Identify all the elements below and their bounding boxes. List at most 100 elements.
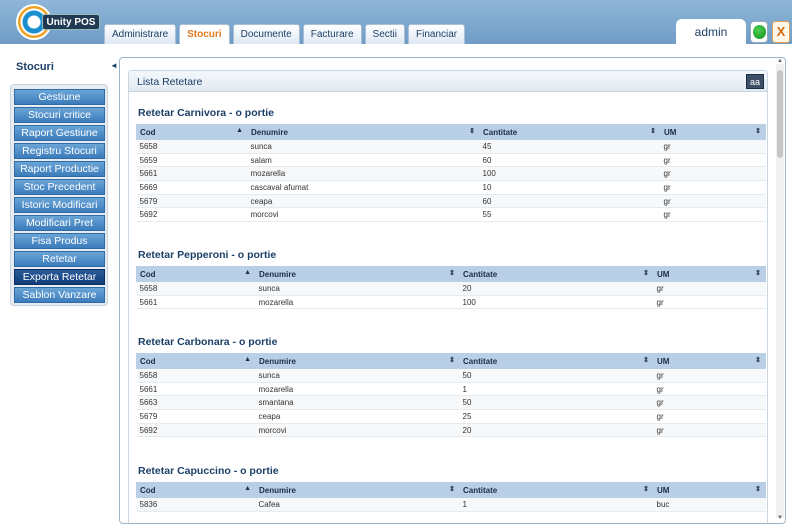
sidebar-item-retetar[interactable]: Retetar [14, 251, 105, 267]
column-header-um[interactable]: UM ⇕ [653, 353, 766, 369]
cell-cantitate: 100 [459, 295, 654, 310]
scroll-down-icon[interactable]: ▼ [777, 515, 783, 521]
column-header-um[interactable]: UM ⇕ [660, 124, 766, 140]
cell-cod: 5679 [136, 409, 256, 424]
cell-um: gr [653, 395, 766, 411]
tab-financiar[interactable]: Financiar [407, 24, 466, 44]
sidebar-item-exporta-retetar[interactable]: Exporta Retetar [14, 269, 105, 285]
table-row[interactable]: 5659 salam 60 gr [136, 153, 766, 168]
sort-icon: ⇕ [469, 128, 475, 135]
table-row[interactable]: 5679 ceapa 60 gr [136, 194, 766, 209]
column-header-cantitate[interactable]: Cantitate ⇕ [459, 266, 654, 282]
recipe-list-panel: Lista Retetare aa Retetar Carnivora - o … [128, 70, 768, 523]
sidebar-item-raport-gestiune[interactable]: Raport Gestiune [14, 125, 105, 141]
cell-um: gr [653, 281, 766, 296]
cell-cod: 5658 [136, 368, 256, 383]
cell-um: gr [660, 153, 766, 168]
cell-cantitate: 60 [479, 194, 661, 209]
status-button[interactable] [750, 21, 768, 43]
cell-cantitate: 55 [479, 207, 661, 223]
cell-denumire: sunca [255, 368, 460, 383]
cell-cod: 5836 [136, 497, 256, 512]
table-row[interactable]: 5658 sunca 45 gr [136, 139, 766, 154]
cell-cantitate: 10 [479, 180, 661, 195]
column-header-cod[interactable]: Cod ▲ [136, 353, 256, 369]
tab-documente[interactable]: Documente [232, 24, 300, 44]
sort-icon: ⇕ [643, 270, 649, 277]
table-row[interactable]: 5669 cascaval afumat 10 gr [136, 180, 766, 195]
scrollbar-thumb[interactable] [777, 70, 783, 158]
panel-header: Lista Retetare aa [129, 71, 767, 92]
column-header-denumire[interactable]: Denumire ⇕ [255, 353, 460, 369]
cell-cod: 5663 [136, 395, 256, 411]
sort-asc-icon: ▲ [244, 269, 251, 276]
table-row[interactable]: 5658 sunca 50 gr [136, 368, 766, 383]
close-button[interactable]: X [772, 21, 790, 43]
table-row[interactable]: 5679 ceapa 25 gr [136, 409, 766, 424]
column-header-um[interactable]: UM ⇕ [653, 266, 766, 282]
cell-um: gr [660, 139, 766, 154]
cell-um: gr [660, 166, 766, 182]
panel-title: Lista Retetare [137, 76, 203, 88]
sort-icon: ⇕ [755, 270, 761, 277]
cell-cantitate: 60 [479, 153, 661, 168]
sidebar-title: Stocuri [16, 61, 54, 73]
tab-sectii[interactable]: Sectii [364, 24, 405, 44]
sidebar-item-raport-productie[interactable]: Raport Productie [14, 161, 105, 177]
sidebar-item-gestiune[interactable]: Gestiune [14, 89, 105, 105]
collapse-arrow-icon[interactable]: ◄ [110, 61, 118, 70]
cell-cantitate: 1 [459, 497, 654, 512]
page-scrollbar[interactable] [776, 64, 784, 518]
cell-cantitate: 20 [459, 281, 654, 296]
column-header-cod[interactable]: Cod ▲ [136, 266, 256, 282]
tab-stocuri[interactable]: Stocuri [179, 24, 230, 44]
tab-administrare[interactable]: Administrare [104, 24, 177, 44]
sidebar-item-fisa-produs[interactable]: Fisa Produs [14, 233, 105, 249]
column-header-cod[interactable]: Cod ▲ [136, 124, 248, 140]
sidebar-item-sablon-vanzare[interactable]: Sablon Vanzare [14, 287, 105, 303]
column-header-denumire[interactable]: Denumire ⇕ [255, 266, 460, 282]
table-header-row: Cod ▲ Denumire ⇕ Cantitate ⇕ UM ⇕ [136, 124, 766, 140]
cell-denumire: Cafea [255, 497, 460, 512]
cell-um: gr [653, 423, 766, 438]
cell-cantitate: 25 [459, 409, 654, 424]
main-tabs: Administrare Stocuri Documente Facturare… [104, 24, 468, 44]
sidebar-item-stocuri-critice[interactable]: Stocuri critice [14, 107, 105, 123]
column-header-cantitate[interactable]: Cantitate ⇕ [459, 482, 654, 498]
table-row[interactable]: 5658 sunca 20 gr [136, 281, 766, 296]
table-row[interactable]: 5661 mozarella 1 gr [136, 382, 766, 397]
table-row[interactable]: 5836 Cafea 1 buc [136, 497, 766, 512]
table-row[interactable]: 5692 morcovi 55 gr [136, 207, 766, 223]
cell-denumire: sunca [247, 139, 480, 154]
column-header-denumire[interactable]: Denumire ⇕ [247, 124, 480, 140]
column-header-denumire[interactable]: Denumire ⇕ [255, 482, 460, 498]
cell-cantitate: 100 [479, 166, 661, 182]
sidebar-item-registru-stocuri[interactable]: Registru Stocuri [14, 143, 105, 159]
sidebar-item-modificari-pret[interactable]: Modificari Pret [14, 215, 105, 231]
table-header-row: Cod ▲ Denumire ⇕ Cantitate ⇕ UM ⇕ [136, 482, 766, 498]
table-row[interactable]: 5663 smantana 50 gr [136, 395, 766, 411]
table-row[interactable]: 5661 mozarella 100 gr [136, 166, 766, 182]
sidebar-item-stoc-precedent[interactable]: Stoc Precedent [14, 179, 105, 195]
column-header-cod[interactable]: Cod ▲ [136, 482, 256, 498]
column-header-um[interactable]: UM ⇕ [653, 482, 766, 498]
column-header-cantitate[interactable]: Cantitate ⇕ [479, 124, 661, 140]
tab-facturare[interactable]: Facturare [302, 24, 362, 44]
user-name[interactable]: admin [676, 19, 746, 44]
unity-pos-logo: Unity POS [16, 3, 100, 41]
cell-denumire: ceapa [247, 194, 480, 209]
sort-icon: ⇕ [650, 128, 656, 135]
sidebar-menu: Gestiune Stocuri critice Raport Gestiune… [10, 84, 108, 306]
cell-denumire: cascaval afumat [247, 180, 480, 195]
cell-um: gr [653, 409, 766, 424]
cell-denumire: morcovi [247, 207, 480, 223]
sidebar-item-istoric-modificari[interactable]: Istoric Modificari [14, 197, 105, 213]
cell-cod: 5661 [136, 166, 248, 182]
table-row[interactable]: 5661 mozarella 100 gr [136, 295, 766, 310]
sort-icon: ⇕ [643, 486, 649, 493]
font-size-button[interactable]: aa [746, 74, 764, 89]
sort-asc-icon: ▲ [236, 127, 243, 134]
column-header-cantitate[interactable]: Cantitate ⇕ [459, 353, 654, 369]
table-row[interactable]: 5692 morcovi 20 gr [136, 423, 766, 438]
cell-cod: 5659 [136, 153, 248, 168]
